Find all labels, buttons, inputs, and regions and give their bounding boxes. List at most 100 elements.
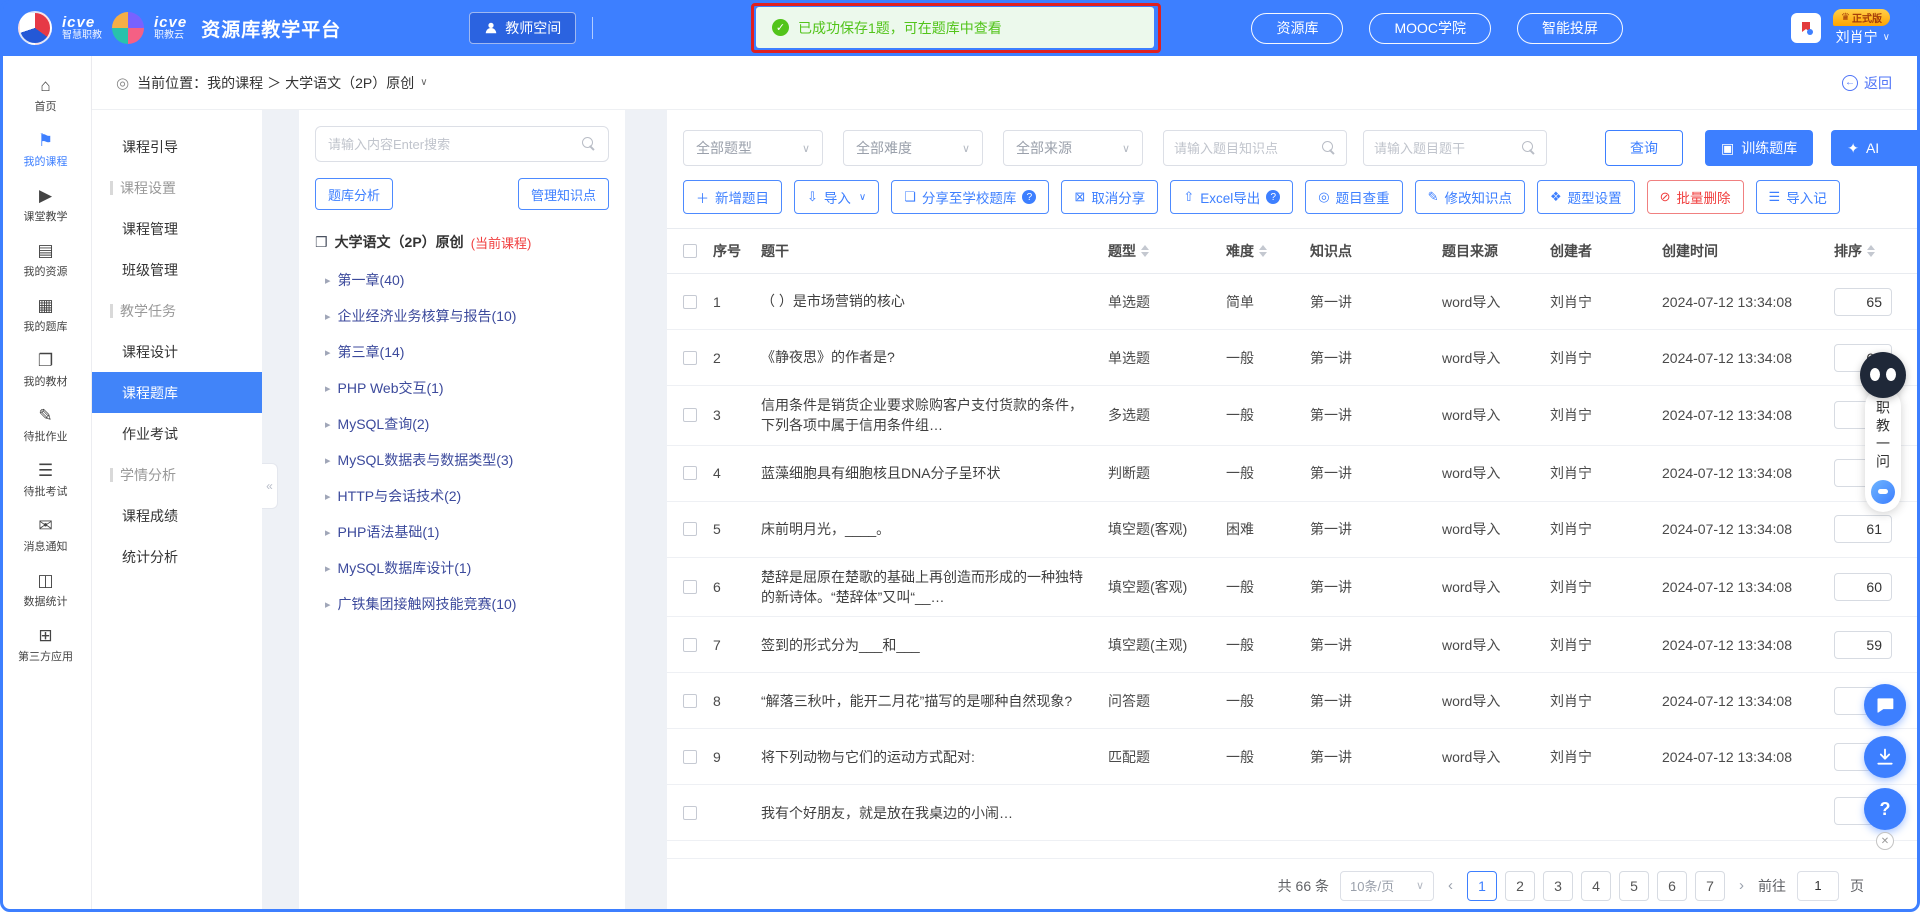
question-stem[interactable]: 我有个好朋友，就是放在我桌边的小闹… bbox=[761, 803, 1108, 823]
rail-item[interactable]: ⊞ 第三方应用 bbox=[0, 618, 91, 673]
page-number-button[interactable]: 5 bbox=[1619, 871, 1649, 901]
help-icon[interactable]: ? bbox=[1022, 190, 1036, 204]
select-all-checkbox[interactable] bbox=[683, 244, 697, 258]
column-header[interactable]: 题干 bbox=[761, 241, 1108, 261]
assistant-pill[interactable]: 职教一问 bbox=[1865, 388, 1901, 512]
caret-right-icon[interactable]: ▸ bbox=[325, 526, 331, 539]
page-number-button[interactable]: 7 bbox=[1695, 871, 1725, 901]
goto-page-input[interactable] bbox=[1797, 871, 1839, 901]
row-checkbox[interactable] bbox=[683, 522, 697, 536]
tree-node[interactable]: ▸ 第一章(40) bbox=[315, 262, 609, 298]
header-nav-pill[interactable]: MOOC学院 bbox=[1369, 13, 1491, 44]
course-menu-item[interactable]: 班级管理 bbox=[92, 249, 262, 290]
robot-icon[interactable] bbox=[1871, 480, 1895, 504]
question-stem[interactable]: 将下列动物与它们的运动方式配对: bbox=[761, 747, 1108, 767]
caret-right-icon[interactable]: ▸ bbox=[325, 382, 331, 395]
row-checkbox[interactable] bbox=[683, 750, 697, 764]
toolbar-button[interactable]: ❏ 分享至学校题库 ? bbox=[891, 180, 1049, 214]
assistant-widget[interactable]: 职教一问 bbox=[1860, 352, 1906, 512]
rail-item[interactable]: ⌂ 首页 bbox=[0, 68, 91, 123]
collapse-panel-handle[interactable]: « bbox=[262, 463, 278, 509]
column-header[interactable]: 排序 bbox=[1834, 241, 1920, 261]
rail-item[interactable]: ✎ 待批作业 bbox=[0, 398, 91, 453]
rail-item[interactable]: ☰ 待批考试 bbox=[0, 453, 91, 508]
knowledge-filter-input[interactable] bbox=[1174, 141, 1316, 156]
question-stem[interactable]: 《静夜思》的作者是? bbox=[761, 347, 1108, 367]
tree-node[interactable]: ▸ PHP Web交互(1) bbox=[315, 370, 609, 406]
sort-order-input[interactable]: 61 bbox=[1834, 515, 1892, 543]
teacher-space-button[interactable]: 教师空间 bbox=[469, 12, 576, 44]
query-button[interactable]: 查询 bbox=[1605, 130, 1683, 166]
page-number-button[interactable]: 2 bbox=[1505, 871, 1535, 901]
caret-right-icon[interactable]: ▸ bbox=[325, 454, 331, 467]
column-header[interactable]: 题型 bbox=[1108, 241, 1226, 261]
course-menu-item[interactable]: 学情分析 bbox=[92, 454, 262, 495]
caret-right-icon[interactable]: ▸ bbox=[325, 346, 331, 359]
caret-right-icon[interactable]: ▸ bbox=[325, 598, 331, 611]
column-header[interactable]: 题目来源 bbox=[1442, 241, 1550, 261]
course-menu-item[interactable]: 课程题库 bbox=[92, 372, 262, 413]
column-header[interactable]: 知识点 bbox=[1310, 241, 1442, 261]
chat-button[interactable] bbox=[1864, 684, 1906, 726]
bank-analysis-button[interactable]: 题库分析 bbox=[315, 178, 393, 210]
toolbar-button[interactable]: ＋ 新增题目 bbox=[683, 180, 782, 214]
question-stem[interactable]: 蓝藻细胞具有细胞核且DNA分子呈环状 bbox=[761, 463, 1108, 483]
question-type-select[interactable]: 全部题型 ∨ bbox=[683, 130, 823, 166]
breadcrumb-course[interactable]: 大学语文（2P）原创 bbox=[285, 73, 414, 93]
help-icon[interactable]: ? bbox=[1266, 190, 1280, 204]
tree-node[interactable]: ▸ 第三章(14) bbox=[315, 334, 609, 370]
caret-right-icon[interactable]: ▸ bbox=[325, 562, 331, 575]
toolbar-button[interactable]: ⇧ Excel导出 ? bbox=[1170, 180, 1293, 214]
sort-order-input[interactable]: 60 bbox=[1834, 573, 1892, 601]
page-number-button[interactable]: 3 bbox=[1543, 871, 1573, 901]
page-number-button[interactable]: 4 bbox=[1581, 871, 1611, 901]
rail-item[interactable]: ⚑ 我的课程 bbox=[0, 123, 91, 178]
column-header[interactable]: 创建时间 bbox=[1662, 241, 1834, 261]
assistant-eyes-icon[interactable] bbox=[1860, 352, 1906, 398]
toolbar-button[interactable]: ⇩ 导入 ∨ bbox=[794, 180, 879, 214]
back-button[interactable]: ← 返回 bbox=[1842, 73, 1892, 93]
source-select[interactable]: 全部来源 ∨ bbox=[1003, 130, 1143, 166]
close-floating-button[interactable]: ✕ bbox=[1876, 832, 1894, 850]
tree-node[interactable]: ▸ MySQL数据库设计(1) bbox=[315, 550, 609, 586]
rail-item[interactable]: ❐ 我的教材 bbox=[0, 343, 91, 398]
course-menu-item[interactable]: 作业考试 bbox=[92, 413, 262, 454]
course-menu-item[interactable]: 教学任务 bbox=[92, 290, 262, 331]
ai-button[interactable]: ✦ AI bbox=[1831, 130, 1920, 166]
page-size-select[interactable]: 10条/页 ∨ bbox=[1340, 871, 1434, 901]
course-menu-item[interactable]: 课程设置 bbox=[92, 167, 262, 208]
page-number-button[interactable]: 6 bbox=[1657, 871, 1687, 901]
rail-item[interactable]: ◫ 数据统计 bbox=[0, 563, 91, 618]
search-icon[interactable] bbox=[582, 137, 596, 151]
rail-item[interactable]: ▤ 我的资源 bbox=[0, 233, 91, 288]
tree-node[interactable]: ▸ PHP语法基础(1) bbox=[315, 514, 609, 550]
question-stem[interactable]: “解落三秋叶，能开二月花”描写的是哪种自然现象? bbox=[761, 691, 1108, 711]
toolbar-button[interactable]: ⊘ 批量删除 bbox=[1647, 180, 1744, 214]
tree-node[interactable]: ▸ MySQL查询(2) bbox=[315, 406, 609, 442]
prev-page-button[interactable]: ‹ bbox=[1445, 877, 1456, 894]
search-icon[interactable] bbox=[1522, 141, 1536, 155]
caret-right-icon[interactable]: ▸ bbox=[325, 274, 331, 287]
difficulty-select[interactable]: 全部难度 ∨ bbox=[843, 130, 983, 166]
column-header[interactable]: 序号 bbox=[713, 241, 761, 261]
column-header[interactable]: 创建者 bbox=[1550, 241, 1662, 261]
user-menu[interactable]: 刘肖宁 ∨ bbox=[1836, 27, 1890, 47]
sort-order-input[interactable]: 59 bbox=[1834, 631, 1892, 659]
course-menu-item[interactable]: 课程设计 bbox=[92, 331, 262, 372]
rail-item[interactable]: ▶ 课堂教学 bbox=[0, 178, 91, 233]
caret-right-icon[interactable]: ▸ bbox=[325, 490, 331, 503]
row-checkbox[interactable] bbox=[683, 351, 697, 365]
sort-icon[interactable] bbox=[1867, 245, 1875, 257]
tree-node[interactable]: ▸ 企业经济业务核算与报告(10) bbox=[315, 298, 609, 334]
tree-node[interactable]: ▸ HTTP与会话技术(2) bbox=[315, 478, 609, 514]
help-button[interactable]: ? bbox=[1864, 788, 1906, 830]
sort-icon[interactable] bbox=[1141, 245, 1149, 257]
breadcrumb-my-courses[interactable]: 我的课程 bbox=[207, 73, 263, 93]
row-checkbox[interactable] bbox=[683, 466, 697, 480]
chevron-down-icon[interactable]: ∨ bbox=[420, 77, 427, 88]
row-checkbox[interactable] bbox=[683, 408, 697, 422]
row-checkbox[interactable] bbox=[683, 638, 697, 652]
question-stem[interactable]: （ ）是市场营销的核心 bbox=[761, 291, 1108, 311]
download-button[interactable] bbox=[1864, 736, 1906, 778]
question-stem[interactable]: 床前明月光，____。 bbox=[761, 519, 1108, 539]
